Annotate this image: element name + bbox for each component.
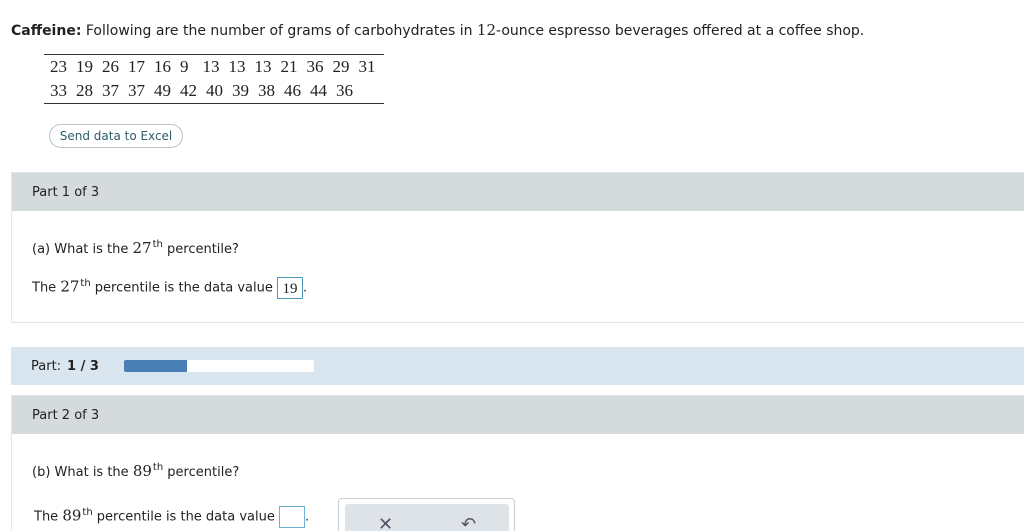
- data-row-1: 23 19 26 17 16 9 13 13 13 21 36 29 31: [44, 55, 384, 79]
- answer-prefix: The: [34, 509, 63, 525]
- part-1-card: Part 1 of 3 (a) What is the 27th percent…: [11, 172, 1024, 323]
- question-number: 27: [132, 239, 152, 257]
- part-2-card: Part 2 of 3 (b) What is the 89th percent…: [11, 395, 1024, 531]
- data-cell: 21: [280, 57, 298, 76]
- data-cell: 37: [102, 81, 119, 100]
- progress-strip: Part: 1 / 3: [11, 347, 1024, 385]
- data-cell: 33: [50, 81, 67, 100]
- part-1-question: (a) What is the 27th percentile?: [32, 239, 239, 257]
- answer-period: .: [305, 509, 310, 525]
- answer-tools-panel: ✕ ↶: [338, 498, 515, 531]
- data-cell: 17: [128, 57, 145, 76]
- part-2-answer-input[interactable]: [279, 506, 305, 528]
- progress-value: 1 / 3: [67, 358, 99, 374]
- answer-suffix: percentile is the data value: [90, 280, 277, 296]
- answer-period: .: [303, 280, 308, 296]
- question-number: 89: [132, 462, 152, 480]
- data-cell: 46: [284, 81, 301, 100]
- data-cell: 13: [254, 57, 272, 76]
- progress-label: Part:: [31, 358, 62, 374]
- part-1-answer-input[interactable]: 19: [277, 277, 303, 299]
- problem-intro: Caffeine: Following are the number of gr…: [11, 21, 864, 39]
- data-cell: 16: [154, 57, 171, 76]
- data-cell: 28: [76, 81, 93, 100]
- data-cell: 49: [154, 81, 171, 100]
- data-cell: 39: [232, 81, 249, 100]
- answer-number: 27: [60, 277, 80, 296]
- send-to-excel-button[interactable]: Send data to Excel: [49, 124, 183, 148]
- undo-icon[interactable]: ↶: [461, 514, 476, 531]
- intro-number: 12: [476, 21, 497, 39]
- data-cell: 29: [332, 57, 350, 76]
- part-1-header: Part 1 of 3: [12, 173, 1024, 211]
- problem-label: Caffeine:: [11, 23, 82, 39]
- intro-text-after: -ounce espresso beverages offered at a c…: [496, 23, 865, 39]
- answer-superscript: th: [82, 506, 93, 518]
- answer-superscript: th: [80, 277, 91, 289]
- data-cell: 31: [358, 57, 376, 76]
- data-cell: 40: [206, 81, 223, 100]
- answer-prefix: The: [32, 280, 61, 296]
- data-cell: 23: [50, 57, 67, 76]
- data-cell: 36: [336, 81, 353, 100]
- data-cell: 13: [228, 57, 246, 76]
- data-cell: 37: [128, 81, 145, 100]
- data-cell: 19: [76, 57, 93, 76]
- question-prefix: (a) What is the: [32, 242, 133, 257]
- progress-bar-fill: [124, 360, 188, 372]
- data-cell: 36: [306, 57, 324, 76]
- data-cell: 38: [258, 81, 275, 100]
- question-suffix: percentile?: [163, 465, 240, 480]
- progress-bar: [124, 360, 314, 372]
- answer-number: 89: [62, 506, 82, 525]
- question-superscript: th: [152, 239, 163, 250]
- data-cell: 9: [180, 57, 189, 76]
- data-cell: 13: [202, 57, 220, 76]
- question-superscript: th: [152, 462, 164, 473]
- part-2-header: Part 2 of 3: [12, 396, 1024, 434]
- part-1-answer-line: The 27th percentile is the data value 19…: [32, 277, 307, 299]
- data-cell: 44: [310, 81, 327, 100]
- data-table: 23 19 26 17 16 9 13 13 13 21 36 29 31 33 28 37 37 49 42 40…: [44, 54, 384, 104]
- data-cell: 42: [180, 81, 197, 100]
- close-icon[interactable]: ✕: [378, 514, 393, 531]
- data-cell: 26: [102, 57, 119, 76]
- page-root: Caffeine: Following are the number of gr…: [0, 0, 1024, 531]
- question-suffix: percentile?: [162, 242, 239, 257]
- data-row-2: 33 28 37 37 49 42 40 39 38 46 44 36: [44, 79, 384, 103]
- answer-tools-bar: ✕ ↶: [345, 504, 509, 531]
- answer-suffix: percentile is the data value: [92, 509, 279, 525]
- question-prefix: (b) What is the: [32, 465, 133, 480]
- part-2-question: (b) What is the 89th percentile?: [32, 462, 239, 480]
- part-2-answer-line: The 89th percentile is the data value .: [34, 506, 309, 528]
- intro-text-before: Following are the number of grams of car…: [81, 23, 477, 39]
